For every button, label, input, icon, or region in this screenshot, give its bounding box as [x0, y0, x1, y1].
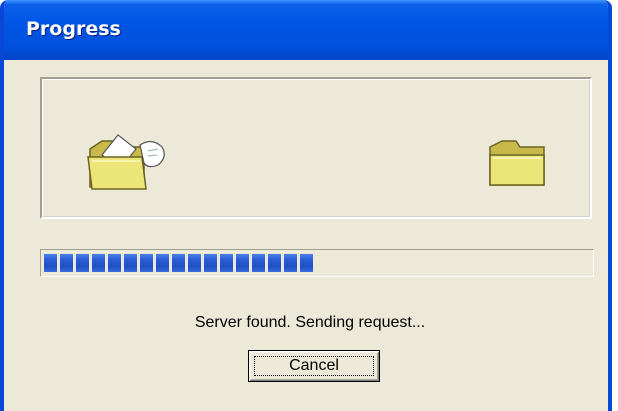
- progress-segment: [124, 254, 137, 272]
- progress-dialog: Progress Server found. Sending request..…: [0, 0, 612, 411]
- progress-segment: [268, 254, 281, 272]
- progress-segment: [284, 254, 297, 272]
- cancel-button[interactable]: Cancel: [248, 350, 380, 382]
- title-bar[interactable]: Progress: [4, 0, 608, 60]
- progress-segment: [236, 254, 249, 272]
- source-folder-icon: [86, 131, 176, 197]
- progress-segment: [300, 254, 313, 272]
- progress-segment: [252, 254, 265, 272]
- progress-bar: [40, 249, 594, 277]
- destination-folder-icon: [488, 137, 548, 193]
- progress-segment: [156, 254, 169, 272]
- progress-segment: [44, 254, 57, 272]
- progress-bar-fill: [44, 254, 313, 272]
- window-title: Progress: [26, 18, 121, 40]
- cancel-button-label: Cancel: [254, 356, 374, 376]
- progress-segment: [108, 254, 121, 272]
- progress-segment: [76, 254, 89, 272]
- progress-segment: [188, 254, 201, 272]
- progress-segment: [220, 254, 233, 272]
- progress-segment: [92, 254, 105, 272]
- file-transfer-animation: [40, 77, 592, 219]
- status-message: Server found. Sending request...: [194, 314, 426, 331]
- progress-segment: [140, 254, 153, 272]
- progress-segment: [204, 254, 217, 272]
- progress-segment: [60, 254, 73, 272]
- progress-segment: [172, 254, 185, 272]
